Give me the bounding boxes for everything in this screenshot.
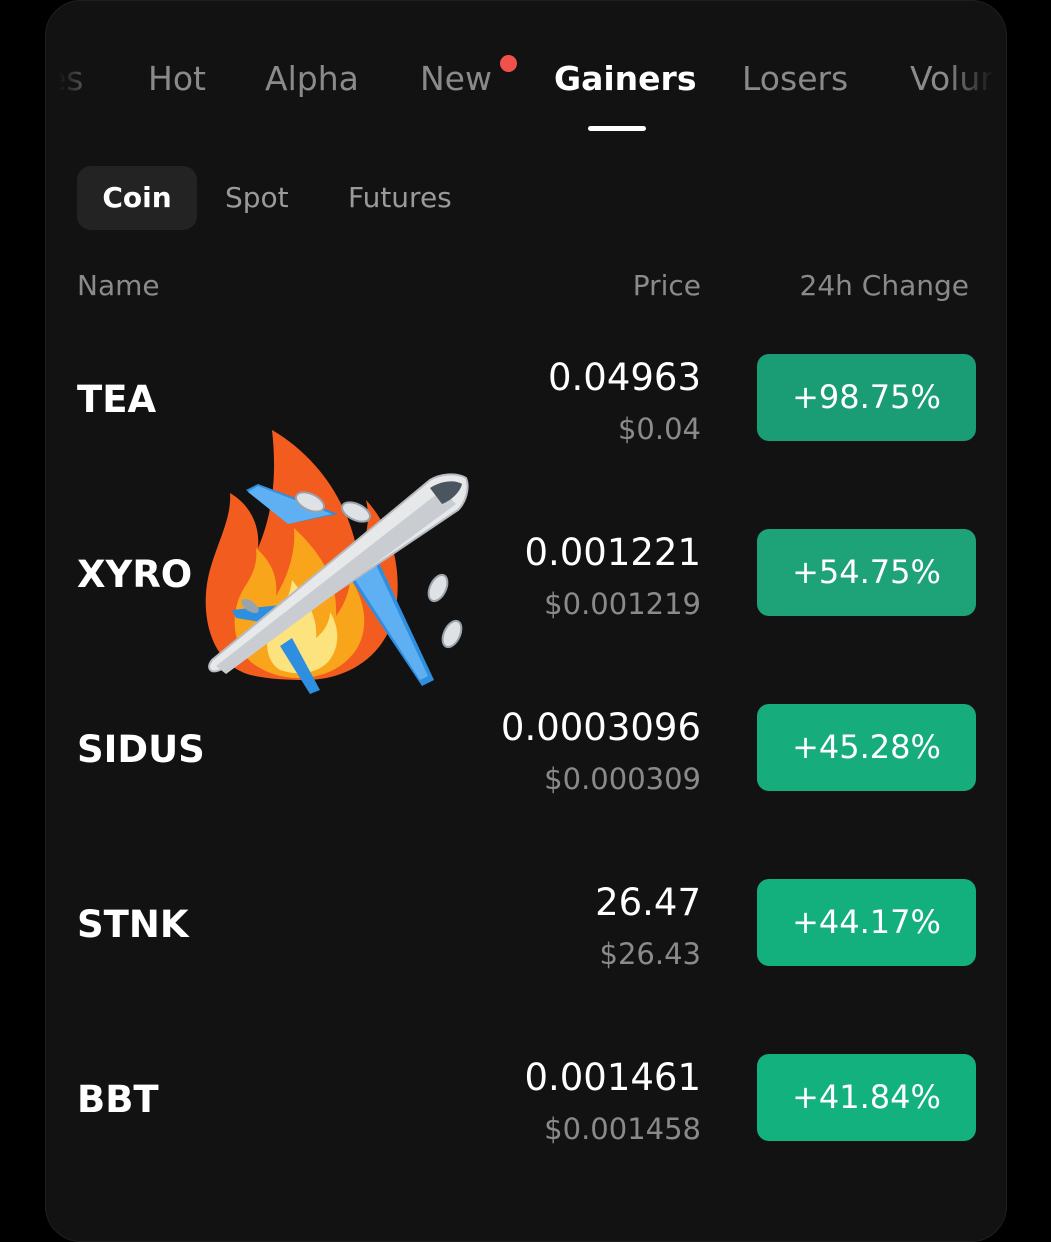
- subtab-coin[interactable]: Coin: [77, 166, 197, 230]
- change-badge[interactable]: +54.75%: [757, 529, 976, 616]
- emoji-overlay: [205, 430, 469, 694]
- subtab-futures[interactable]: Futures: [348, 166, 452, 230]
- coin-symbol: BBT: [77, 1078, 159, 1121]
- tab-gainers[interactable]: Gainers: [554, 59, 696, 98]
- tab-losers[interactable]: Losers: [742, 59, 848, 98]
- coin-usd-price: $0.04: [617, 412, 701, 446]
- coin-usd-price: $26.43: [599, 937, 701, 971]
- column-header-name[interactable]: Name: [77, 269, 160, 302]
- table-row[interactable]: BBT 0.001461 $0.001458 +41.84%: [46, 1054, 1006, 1184]
- coin-price: 0.001461: [524, 1056, 701, 1099]
- category-tabs: es Hot Alpha New Gainers Losers Volun: [46, 51, 1006, 141]
- notification-dot: [500, 55, 517, 72]
- coin-usd-price: $0.000309: [544, 762, 701, 796]
- tab-alpha[interactable]: Alpha: [265, 59, 359, 98]
- coin-usd-price: $0.001458: [544, 1112, 701, 1146]
- coin-price: 0.001221: [524, 531, 701, 574]
- change-badge[interactable]: +44.17%: [757, 879, 976, 966]
- coin-symbol: TEA: [77, 378, 157, 421]
- coin-price: 0.04963: [547, 356, 701, 399]
- coin-price: 0.0003096: [500, 706, 701, 749]
- tab-hot[interactable]: Hot: [148, 59, 206, 98]
- active-tab-indicator: [588, 126, 646, 131]
- column-header-change[interactable]: 24h Change: [800, 269, 969, 302]
- table-row[interactable]: STNK 26.47 $26.43 +44.17%: [46, 879, 1006, 1009]
- table-row[interactable]: SIDUS 0.0003096 $0.000309 +45.28%: [46, 704, 1006, 834]
- tab-favorites[interactable]: es: [46, 59, 84, 98]
- subtab-spot[interactable]: Spot: [225, 166, 289, 230]
- coin-symbol: SIDUS: [77, 728, 205, 771]
- coin-price: 26.47: [595, 881, 701, 924]
- change-badge[interactable]: +41.84%: [757, 1054, 976, 1141]
- change-badge[interactable]: +98.75%: [757, 354, 976, 441]
- coin-usd-price: $0.001219: [544, 587, 701, 621]
- tab-volume[interactable]: Volun: [910, 59, 1001, 98]
- change-badge[interactable]: +45.28%: [757, 704, 976, 791]
- column-header-price[interactable]: Price: [633, 269, 701, 302]
- tab-new[interactable]: New: [420, 59, 492, 98]
- coin-symbol: STNK: [77, 903, 189, 946]
